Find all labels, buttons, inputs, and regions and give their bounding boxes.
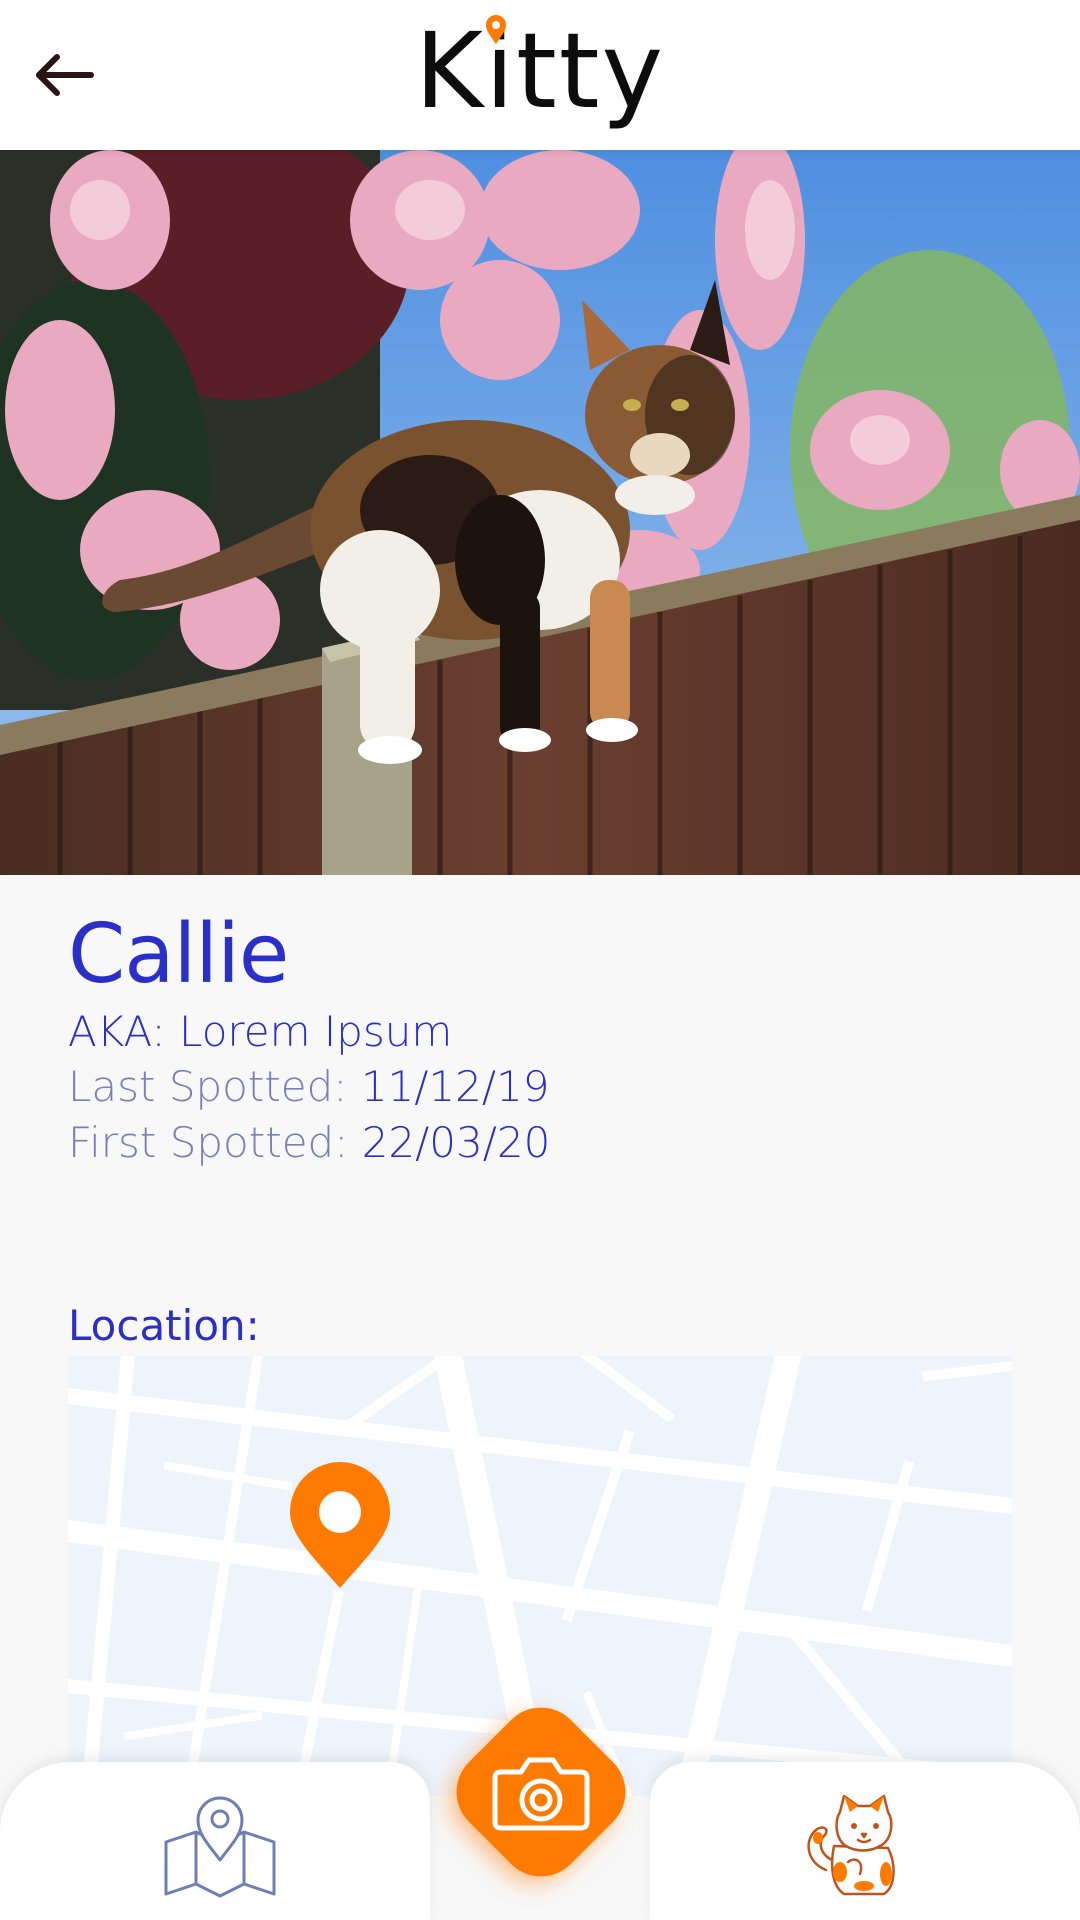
back-arrow-icon [36,54,94,96]
first-spotted-value: 22/03/20 [361,1118,551,1167]
last-spotted-value: 11/12/19 [360,1062,550,1111]
camera-icon [492,1757,590,1831]
last-spotted-row: Last Spotted: 11/12/19 [68,1059,1018,1115]
camera-button[interactable] [439,1690,643,1894]
cat-icon [807,1794,895,1896]
cat-photo [0,150,1080,875]
nav-panel-left [0,1762,430,1920]
last-spotted-label: Last Spotted: [68,1062,348,1111]
logo-text: Kitty [414,10,666,132]
cat-info: Callie AKA: Lorem Ipsum Last Spotted: 11… [68,905,1018,1171]
nav-map-button[interactable] [158,1790,282,1900]
logo-pin-icon [486,15,506,44]
map-pin-icon[interactable] [286,1462,394,1592]
back-button[interactable] [30,45,100,105]
cat-name: Callie [68,907,289,1002]
app-logo: Kitty [400,6,680,146]
location-label: Location: [68,1301,260,1350]
cat-aka: AKA: Lorem Ipsum [68,1007,453,1056]
first-spotted-row: First Spotted: 22/03/20 [68,1115,1018,1171]
folded-map-icon [164,1796,276,1898]
app-header: Kitty [0,0,1080,150]
nav-cat-button[interactable] [800,1790,912,1902]
first-spotted-label: First Spotted: [68,1118,349,1167]
